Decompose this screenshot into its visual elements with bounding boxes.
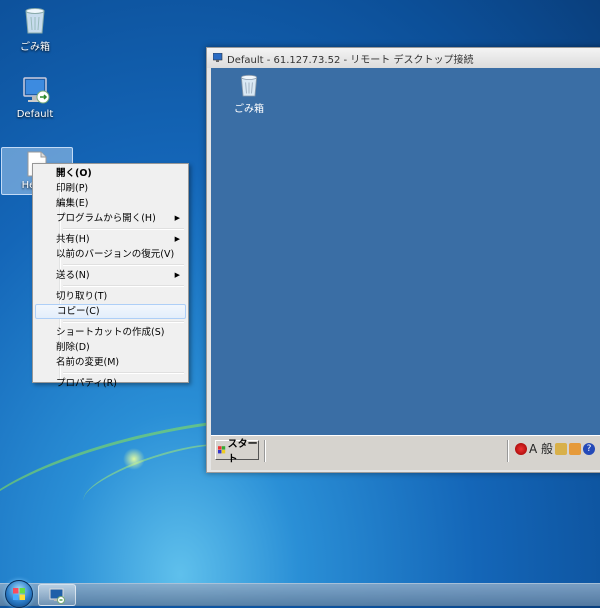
menu-separator <box>63 285 184 287</box>
start-label: スタート <box>227 439 258 465</box>
menu-item-restore-previous[interactable]: 以前のバージョンの復元(V) <box>35 247 186 262</box>
ime-indicator[interactable]: A 般 <box>529 440 553 457</box>
menu-separator <box>63 372 184 374</box>
menu-item-open[interactable]: 開く(O) <box>35 166 186 181</box>
desktop-icon-label: Default <box>16 109 54 120</box>
menu-item-label: 切り取り(T) <box>56 291 108 302</box>
taskbar <box>0 580 600 608</box>
menu-separator <box>63 321 184 323</box>
window-title: Default - 61.127.73.52 - リモート デスクトップ接続 <box>227 54 474 66</box>
windows-orb-icon <box>13 588 25 600</box>
desktop-icon-default[interactable]: Default <box>0 76 70 120</box>
recycle-bin-icon <box>240 74 258 97</box>
window-titlebar[interactable]: Default - 61.127.73.52 - リモート デスクトップ接続 <box>207 48 600 68</box>
menu-separator <box>63 228 184 230</box>
menu-item-label: プロパティ(R) <box>56 378 117 389</box>
menu-item-label: 編集(E) <box>56 198 89 209</box>
desktop-icon-label: ごみ箱 <box>234 104 264 115</box>
remote-desktop-icon <box>213 53 223 62</box>
menu-item-label: コピー(C) <box>57 306 100 317</box>
help-icon[interactable]: ? <box>583 442 596 455</box>
menu-item-share[interactable]: 共有(H) ▶ <box>35 232 186 247</box>
menu-item-label: プログラムから開く(H) <box>56 213 156 224</box>
remote-desktop-shortcut-icon <box>23 77 50 104</box>
menu-item-properties[interactable]: プロパティ(R) <box>35 376 186 391</box>
taskbar-separator <box>264 440 266 462</box>
start-button[interactable] <box>5 580 33 608</box>
taskbar-separator <box>507 440 509 462</box>
ime-tool-icon[interactable] <box>569 442 582 455</box>
menu-item-create-shortcut[interactable]: ショートカットの作成(S) <box>35 325 186 340</box>
context-menu: 開く(O) 印刷(P) 編集(E) プログラムから開く(H) ▶ 共有(H) ▶ 以… <box>32 163 189 389</box>
remote-desktop-icon <box>49 588 65 604</box>
ime-dictionary-icon[interactable] <box>555 442 568 455</box>
remote-taskbar: スタート A 般 ? <box>211 435 600 470</box>
menu-item-label: ショートカットの作成(S) <box>56 327 165 338</box>
menu-item-print[interactable]: 印刷(P) <box>35 181 186 196</box>
wallpaper-glow <box>123 448 145 470</box>
menu-item-label: 送る(N) <box>56 270 90 281</box>
menu-item-label: 以前のバージョンの復元(V) <box>56 249 175 260</box>
menu-item-label: 開く(O) <box>56 168 92 179</box>
remote-desktop-window[interactable]: Default - 61.127.73.52 - リモート デスクトップ接続 ご… <box>206 47 600 473</box>
menu-item-send-to[interactable]: 送る(N) ▶ <box>35 268 186 283</box>
menu-item-rename[interactable]: 名前の変更(M) <box>35 355 186 370</box>
menu-item-open-with[interactable]: プログラムから開く(H) ▶ <box>35 211 186 226</box>
menu-item-edit[interactable]: 編集(E) <box>35 196 186 211</box>
menu-item-copy[interactable]: コピー(C) <box>35 304 186 319</box>
remote-desktop-icon-recycle-bin[interactable]: ごみ箱 <box>227 72 271 115</box>
desktop-icon-recycle-bin[interactable]: ごみ箱 <box>0 5 70 53</box>
remote-desktop-screen[interactable]: ごみ箱 <box>211 68 600 435</box>
menu-item-label: 印刷(P) <box>56 183 89 194</box>
menu-item-delete[interactable]: 削除(D) <box>35 340 186 355</box>
menu-item-label: 共有(H) <box>56 234 90 245</box>
desktop-icon-label: ごみ箱 <box>20 42 50 53</box>
submenu-arrow-icon: ▶ <box>174 271 180 279</box>
taskbar-app-remote-desktop[interactable] <box>38 584 76 606</box>
system-tray: A 般 ? <box>515 440 596 457</box>
security-icon[interactable] <box>515 442 527 455</box>
submenu-arrow-icon: ▶ <box>174 214 180 222</box>
remote-start-button[interactable]: スタート <box>215 439 259 465</box>
windows-flag-icon <box>218 446 226 454</box>
submenu-arrow-icon: ▶ <box>174 235 180 243</box>
menu-item-label: 削除(D) <box>56 342 90 353</box>
menu-item-label: 名前の変更(M) <box>56 357 120 368</box>
menu-separator <box>63 264 184 266</box>
menu-item-cut[interactable]: 切り取り(T) <box>35 289 186 304</box>
recycle-bin-icon <box>25 8 45 34</box>
